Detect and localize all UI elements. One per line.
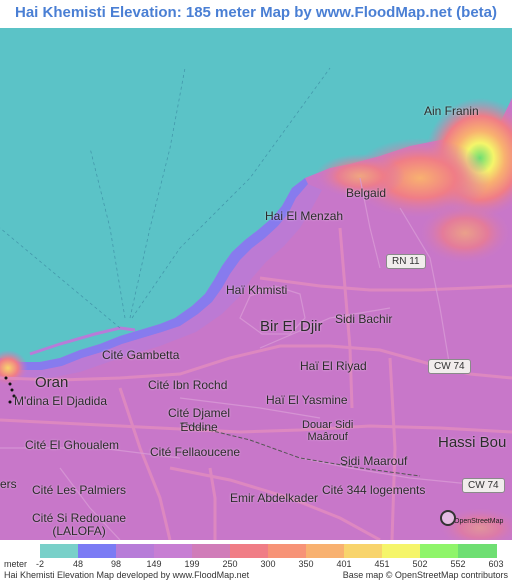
cite-si-redouane-label: Cité Si Redouane (LALOFA)	[32, 511, 127, 538]
legend-tick-label: 502	[412, 559, 428, 569]
footer: Hai Khemisti Elevation Map developed by …	[0, 570, 512, 582]
legend-tick-label: 149	[146, 559, 162, 569]
place-hai-el-yasmine[interactable]: Haï El Yasmine	[266, 393, 348, 407]
legend-swatch	[40, 544, 79, 558]
legend-unit-label: meter	[4, 559, 28, 569]
legend-tick-label: 98	[110, 559, 121, 569]
legend-swatch	[268, 544, 307, 558]
legend-tick-label: 552	[450, 559, 466, 569]
elevation-map[interactable]: Ain Franin Belgaid Hai El Menzah Haï Khm…	[0, 28, 512, 540]
magnifier-icon	[440, 510, 456, 526]
place-emir-abdelkader[interactable]: Emir Abdelkader	[230, 491, 318, 505]
legend-swatch	[230, 544, 269, 558]
road-shield-cw74[interactable]: CW 74	[428, 359, 471, 374]
place-hai-el-riyad[interactable]: Haï El Riyad	[300, 359, 367, 373]
osm-badge[interactable]: OpenStreetMap	[440, 510, 504, 526]
legend-tick-label: 350	[298, 559, 314, 569]
map-title: Hai Khemisti Elevation: 185 meter Map by…	[14, 4, 498, 21]
place-hai-khmisti[interactable]: Haï Khmisti	[226, 283, 287, 297]
legend-swatch	[458, 544, 497, 558]
place-ers[interactable]: ers	[0, 477, 17, 491]
slope-east	[420, 203, 510, 263]
map-page: Hai Khemisti Elevation: 185 meter Map by…	[0, 0, 512, 582]
osm-badge-label: OpenStreetMap	[454, 518, 504, 525]
place-cite-344-logements[interactable]: Cité 344 logements	[322, 483, 425, 497]
place-belgaid[interactable]: Belgaid	[346, 186, 386, 200]
place-cite-les-palmiers[interactable]: Cité Les Palmiers	[32, 483, 126, 497]
place-mdina-el-djadida[interactable]: M'dina El Djadida	[14, 394, 107, 408]
legend-tick-label: 300	[260, 559, 276, 569]
place-sidi-maarouf[interactable]: Sidi Maarouf	[340, 454, 407, 468]
legend-swatch	[192, 544, 231, 558]
legend-swatch	[382, 544, 421, 558]
place-cite-ibn-rochd[interactable]: Cité Ibn Rochd	[148, 378, 227, 392]
place-cite-el-ghoualem[interactable]: Cité El Ghoualem	[25, 438, 119, 452]
legend-swatch	[116, 544, 155, 558]
legend-tick-label: -2	[35, 559, 44, 569]
place-cite-fellaoucene[interactable]: Cité Fellaoucene	[150, 445, 240, 459]
place-hai-el-menzah[interactable]: Hai El Menzah	[265, 209, 343, 223]
legend-swatch	[306, 544, 345, 558]
place-sidi-bachir[interactable]: Sidi Bachir	[335, 312, 392, 326]
place-hassi-bou[interactable]: Hassi Bou	[438, 434, 506, 451]
place-ain-franin[interactable]: Ain Franin	[424, 104, 479, 118]
place-bir-el-djir[interactable]: Bir El Djir	[260, 318, 323, 335]
legend-tick-label: 250	[222, 559, 238, 569]
douar-sidi-maarouf-label: Douar Sidi Maârouf	[302, 419, 354, 443]
cite-djamel-eddine-label: Cité Djamel Eddine	[168, 406, 231, 434]
place-cite-djamel-eddine[interactable]: Cité Djamel Eddine	[168, 406, 230, 434]
place-douar-sidi-maarouf[interactable]: Douar Sidi Maârouf	[302, 419, 353, 443]
road-shield-cw74-south[interactable]: CW 74	[462, 478, 505, 493]
legend-tick-label: 199	[184, 559, 200, 569]
footer-basemap-credit[interactable]: Base map © OpenStreetMap contributors	[343, 570, 508, 580]
legend-swatch	[154, 544, 193, 558]
elevation-legend: meter -2 48 98 149 199 250 300 350 401 451 502 552 60…	[0, 540, 512, 570]
place-oran[interactable]: Oran	[35, 374, 68, 391]
legend-tick-label: 401	[336, 559, 352, 569]
legend-swatch	[78, 544, 117, 558]
footer-developer-credit[interactable]: Hai Khemisti Elevation Map developed by …	[4, 570, 249, 580]
legend-tick-label: 603	[488, 559, 504, 569]
legend-swatch	[420, 544, 459, 558]
place-cite-gambetta[interactable]: Cité Gambetta	[102, 348, 179, 362]
legend-tick-label: 451	[374, 559, 390, 569]
road-shield-rn11[interactable]: RN 11	[386, 254, 426, 269]
place-cite-si-redouane[interactable]: Cité Si Redouane (LALOFA)	[32, 512, 126, 538]
legend-swatch	[344, 544, 383, 558]
legend-tick-label: 48	[72, 559, 83, 569]
